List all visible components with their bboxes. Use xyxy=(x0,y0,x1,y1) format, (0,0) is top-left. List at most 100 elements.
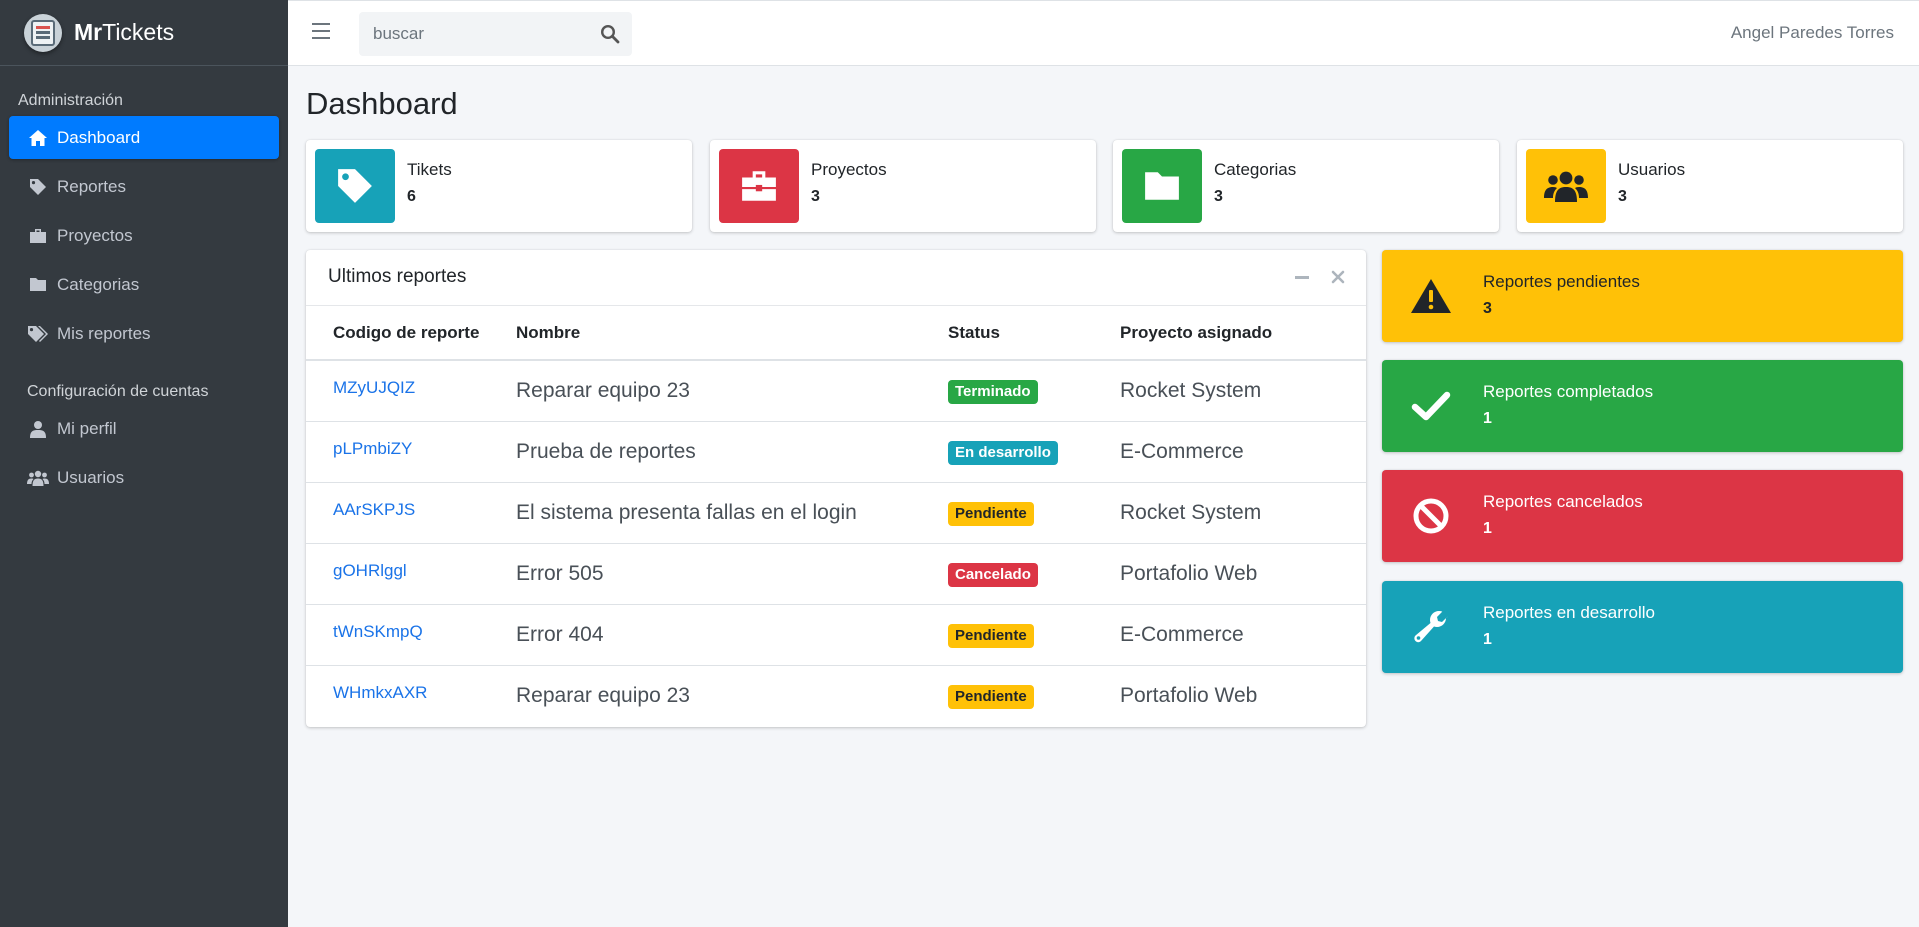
info-box-proyectos: Proyectos 3 xyxy=(710,140,1096,232)
table-row: gOHRlggl Error 505 Cancelado Portafolio … xyxy=(306,543,1366,605)
sidebar: MrTickets Administración Dashboard Repor… xyxy=(0,0,288,927)
report-project: Rocket System xyxy=(1120,360,1366,422)
card-title: Ultimos reportes xyxy=(328,266,467,287)
folder-icon xyxy=(27,275,49,295)
wrench-icon xyxy=(1410,607,1452,647)
users-icon xyxy=(1526,149,1606,223)
info-box-label: Tikets xyxy=(407,160,452,179)
tag-icon xyxy=(315,149,395,223)
summary-box-cancelados: Reportes cancelados 1 xyxy=(1382,470,1903,562)
card-header: Ultimos reportes xyxy=(306,250,1366,306)
status-badge: En desarrollo xyxy=(948,440,1058,465)
info-box-label: Usuarios xyxy=(1618,160,1686,179)
brand-link[interactable]: MrTickets xyxy=(0,0,288,66)
summary-label: Reportes pendientes xyxy=(1483,272,1640,291)
summary-label: Reportes en desarrollo xyxy=(1483,603,1655,622)
report-code-link[interactable]: MZyUJQIZ xyxy=(306,360,516,422)
ultimos-reportes-card: Ultimos reportes Codigo de reporte Nombr… xyxy=(306,250,1366,727)
column-header: Nombre xyxy=(516,306,948,361)
briefcase-icon xyxy=(27,226,49,246)
info-box-number: 3 xyxy=(1214,188,1223,205)
sidebar-item-usuarios[interactable]: Usuarios xyxy=(9,456,279,499)
search-input[interactable] xyxy=(359,12,589,56)
check-icon xyxy=(1410,386,1452,426)
ticket-logo-icon xyxy=(24,13,62,52)
sidebar-item-label: Mis reportes xyxy=(57,323,151,343)
minus-icon[interactable] xyxy=(1292,267,1312,287)
info-box-number: 6 xyxy=(407,188,416,205)
report-code-link[interactable]: tWnSKmpQ xyxy=(306,604,516,666)
summary-label: Reportes cancelados xyxy=(1483,492,1643,511)
search-box xyxy=(359,12,632,56)
sidebar-item-proyectos[interactable]: Proyectos xyxy=(9,214,279,257)
folder-icon xyxy=(1122,149,1202,223)
report-project: Portafolio Web xyxy=(1120,543,1366,605)
sidebar-item-label: Mi perfil xyxy=(57,418,117,438)
sidebar-item-dashboard[interactable]: Dashboard xyxy=(9,116,279,159)
report-code-link[interactable]: AArSKPJS xyxy=(306,482,516,544)
home-icon xyxy=(27,128,49,148)
report-name: Error 505 xyxy=(516,543,948,605)
info-box-usuarios: Usuarios 3 xyxy=(1517,140,1903,232)
report-project: Portafolio Web xyxy=(1120,683,1258,707)
tag-icon xyxy=(27,177,49,197)
report-name: Error 404 xyxy=(516,604,948,666)
info-box-tikets: Tikets 6 xyxy=(306,140,692,232)
summary-number: 3 xyxy=(1483,300,1492,317)
brand-name: MrTickets xyxy=(74,19,175,45)
status-badge: Terminado xyxy=(948,379,1038,404)
table-row: pLPmbiZY Prueba de reportes En desarroll… xyxy=(306,421,1366,483)
close-icon[interactable] xyxy=(1328,267,1348,287)
report-code-link[interactable]: pLPmbiZY xyxy=(306,421,516,483)
status-badge: Cancelado xyxy=(948,562,1038,587)
table-row: tWnSKmpQ Error 404 Pendiente E-Commerce xyxy=(306,604,1366,666)
summary-box-pendientes: Reportes pendientes 3 xyxy=(1382,250,1903,342)
summary-box-desarrollo: Reportes en desarrollo 1 xyxy=(1382,581,1903,673)
user-menu[interactable]: Angel Paredes Torres xyxy=(1731,23,1894,43)
sidebar-item-label: Categorias xyxy=(57,274,140,294)
table-row: WHmkxAXR Reparar equipo 23 Pendiente Por… xyxy=(306,665,1366,726)
reports-table: Codigo de reporte Nombre Status Proyecto… xyxy=(306,306,1366,726)
summary-number: 1 xyxy=(1483,631,1492,648)
topbar: Angel Paredes Torres xyxy=(288,0,1919,66)
summary-label: Reportes completados xyxy=(1483,382,1654,401)
nav-header-configuracion: Configuración de cuentas xyxy=(27,383,209,400)
sidebar-item-reportes[interactable]: Reportes xyxy=(9,165,279,208)
menu-toggle-icon[interactable] xyxy=(312,23,330,43)
info-box-number: 3 xyxy=(811,188,820,205)
nav-header-administracion: Administración xyxy=(18,92,123,109)
status-badge: Pendiente xyxy=(948,684,1034,709)
user-icon xyxy=(27,419,49,439)
report-project: Rocket System xyxy=(1120,482,1366,544)
sidebar-item-label: Reportes xyxy=(57,176,126,196)
column-header: Status xyxy=(948,306,1120,361)
report-name: Reparar equipo 23 xyxy=(516,360,948,422)
summary-number: 1 xyxy=(1483,520,1492,537)
info-box-categorias: Categorias 3 xyxy=(1113,140,1499,232)
page-title: Dashboard xyxy=(306,86,458,121)
summary-box-completados: Reportes completados 1 xyxy=(1382,360,1903,452)
ban-icon xyxy=(1410,496,1452,536)
report-project: E-Commerce xyxy=(1120,604,1366,666)
sidebar-item-categorias[interactable]: Categorias xyxy=(9,263,279,306)
users-icon xyxy=(27,468,49,488)
status-badge: Pendiente xyxy=(948,623,1034,648)
report-code-link[interactable]: WHmkxAXR xyxy=(306,665,516,726)
report-name: El sistema presenta fallas en el login xyxy=(516,482,948,544)
search-icon[interactable] xyxy=(600,24,620,44)
info-box-label: Categorias xyxy=(1214,160,1297,179)
report-name: Reparar equipo 23 xyxy=(516,683,690,707)
tags-icon xyxy=(27,324,49,344)
table-row: MZyUJQIZ Reparar equipo 23 Terminado Roc… xyxy=(306,360,1366,422)
column-header: Proyecto asignado xyxy=(1120,306,1366,361)
info-box-number: 3 xyxy=(1618,188,1627,205)
sidebar-item-mis-reportes[interactable]: Mis reportes xyxy=(9,312,279,355)
sidebar-item-mi-perfil[interactable]: Mi perfil xyxy=(9,407,279,450)
report-code-link[interactable]: gOHRlggl xyxy=(306,543,516,605)
warning-icon xyxy=(1410,276,1452,316)
sidebar-item-label: Proyectos xyxy=(57,225,133,245)
table-header-row: Codigo de reporte Nombre Status Proyecto… xyxy=(306,306,1366,361)
sidebar-item-label: Dashboard xyxy=(57,127,141,147)
column-header: Codigo de reporte xyxy=(306,306,516,361)
sidebar-item-label: Usuarios xyxy=(57,467,125,487)
